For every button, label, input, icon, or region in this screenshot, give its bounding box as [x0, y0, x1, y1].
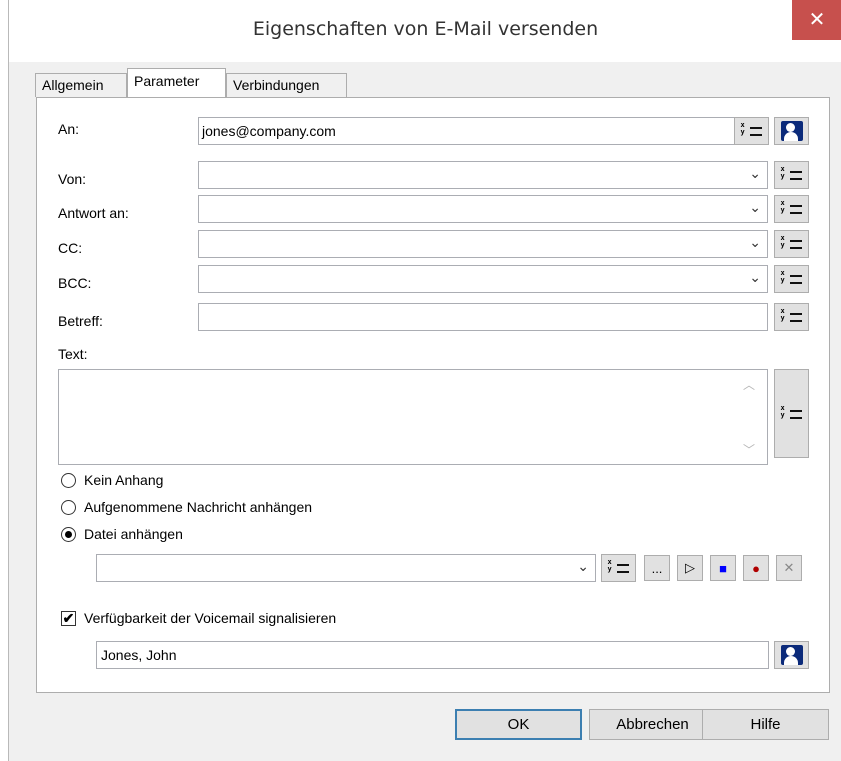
- antwort-an-combobox[interactable]: ⌄: [198, 195, 768, 223]
- file-combobox[interactable]: ⌄: [96, 554, 596, 582]
- variable-insert-icon: xy: [741, 122, 763, 139]
- tab-parameter[interactable]: Parameter: [127, 68, 226, 97]
- text-variable-button[interactable]: xy: [774, 369, 809, 458]
- label-von: Von:: [58, 171, 87, 187]
- chevron-down-icon[interactable]: ⌄: [749, 165, 761, 182]
- label-aufgenommene-nachricht: Aufgenommene Nachricht anhängen: [84, 499, 313, 515]
- record-button[interactable]: ●: [743, 555, 769, 581]
- address-book-icon: [780, 121, 803, 141]
- variable-insert-icon: xy: [781, 270, 803, 287]
- radio-aufgenommene-nachricht[interactable]: [61, 500, 76, 515]
- label-betreff: Betreff:: [58, 313, 103, 329]
- play-icon: ▷: [685, 560, 695, 575]
- label-an: An:: [58, 121, 80, 137]
- stop-button[interactable]: ■: [710, 555, 736, 581]
- chevron-down-icon[interactable]: ⌄: [749, 234, 761, 251]
- von-combobox[interactable]: ⌄: [198, 161, 768, 189]
- chevron-down-icon[interactable]: ⌄: [749, 269, 761, 286]
- tab-panel-parameter: An: jones@company.com ⌄ xy Von: ⌄ xy Ant…: [36, 97, 830, 693]
- antwort-an-variable-button[interactable]: xy: [774, 195, 809, 223]
- checkmark-icon: ✔: [62, 610, 75, 626]
- ok-button[interactable]: OK: [455, 709, 582, 740]
- address-book-icon: [780, 645, 803, 665]
- close-icon: ✕: [783, 560, 795, 575]
- close-icon: ✕: [808, 9, 826, 31]
- radio-datei-anhaengen[interactable]: [61, 527, 76, 542]
- dialog-window: Eigenschaften von E-Mail versenden ✕ All…: [8, 0, 841, 761]
- label-bcc: BCC:: [58, 275, 92, 291]
- bcc-variable-button[interactable]: xy: [774, 265, 809, 293]
- close-button[interactable]: ✕: [792, 0, 841, 40]
- label-antwort-an: Antwort an:: [58, 205, 129, 221]
- play-button[interactable]: ▷: [677, 555, 703, 581]
- label-text: Text:: [58, 346, 88, 362]
- cc-combobox[interactable]: ⌄: [198, 230, 768, 258]
- variable-insert-icon: xy: [781, 200, 803, 217]
- scroll-up-icon[interactable]: ︿: [743, 376, 755, 393]
- cancel-button[interactable]: Abbrechen: [589, 709, 716, 740]
- radio-kein-anhang[interactable]: [61, 473, 76, 488]
- text-area[interactable]: ︿ ﹀: [58, 369, 768, 465]
- voicemail-recipient-input[interactable]: Jones, John: [96, 641, 769, 669]
- voicemail-address-book-button[interactable]: [774, 641, 809, 669]
- variable-insert-icon: xy: [781, 404, 803, 422]
- label-datei-anhaengen: Datei anhängen: [84, 526, 183, 542]
- label-voicemail: Verfügbarkeit der Voicemail signalisiere…: [84, 610, 337, 626]
- variable-insert-icon: xy: [781, 308, 803, 325]
- variable-insert-icon: xy: [781, 235, 803, 252]
- an-variable-button[interactable]: xy: [734, 117, 769, 145]
- an-address-book-button[interactable]: [774, 117, 809, 145]
- title-bar: Eigenschaften von E-Mail versenden ✕: [9, 0, 841, 62]
- von-variable-button[interactable]: xy: [774, 161, 809, 189]
- cc-variable-button[interactable]: xy: [774, 230, 809, 258]
- help-button[interactable]: Hilfe: [702, 709, 829, 740]
- an-combobox[interactable]: jones@company.com ⌄: [198, 117, 768, 145]
- label-cc: CC:: [58, 240, 83, 256]
- file-variable-button[interactable]: xy: [601, 554, 636, 582]
- an-value: jones@company.com: [202, 123, 336, 139]
- betreff-input[interactable]: [198, 303, 768, 331]
- betreff-variable-button[interactable]: xy: [774, 303, 809, 331]
- voicemail-recipient-value: Jones, John: [101, 647, 177, 663]
- tab-verbindungen[interactable]: Verbindungen: [226, 73, 347, 97]
- variable-insert-icon: xy: [608, 559, 630, 576]
- stop-icon: ■: [719, 560, 727, 576]
- voicemail-checkbox[interactable]: ✔: [61, 611, 76, 626]
- window-title: Eigenschaften von E-Mail versenden: [252, 18, 599, 40]
- chevron-down-icon[interactable]: ⌄: [577, 558, 589, 575]
- delete-file-button[interactable]: ✕: [776, 555, 802, 581]
- scroll-down-icon[interactable]: ﹀: [743, 441, 755, 458]
- tab-allgemein[interactable]: Allgemein: [35, 73, 127, 97]
- chevron-down-icon[interactable]: ⌄: [749, 199, 761, 216]
- bcc-combobox[interactable]: ⌄: [198, 265, 768, 293]
- label-kein-anhang: Kein Anhang: [84, 472, 164, 488]
- variable-insert-icon: xy: [781, 166, 803, 183]
- record-icon: ●: [752, 560, 760, 576]
- browse-button[interactable]: ...: [644, 555, 670, 581]
